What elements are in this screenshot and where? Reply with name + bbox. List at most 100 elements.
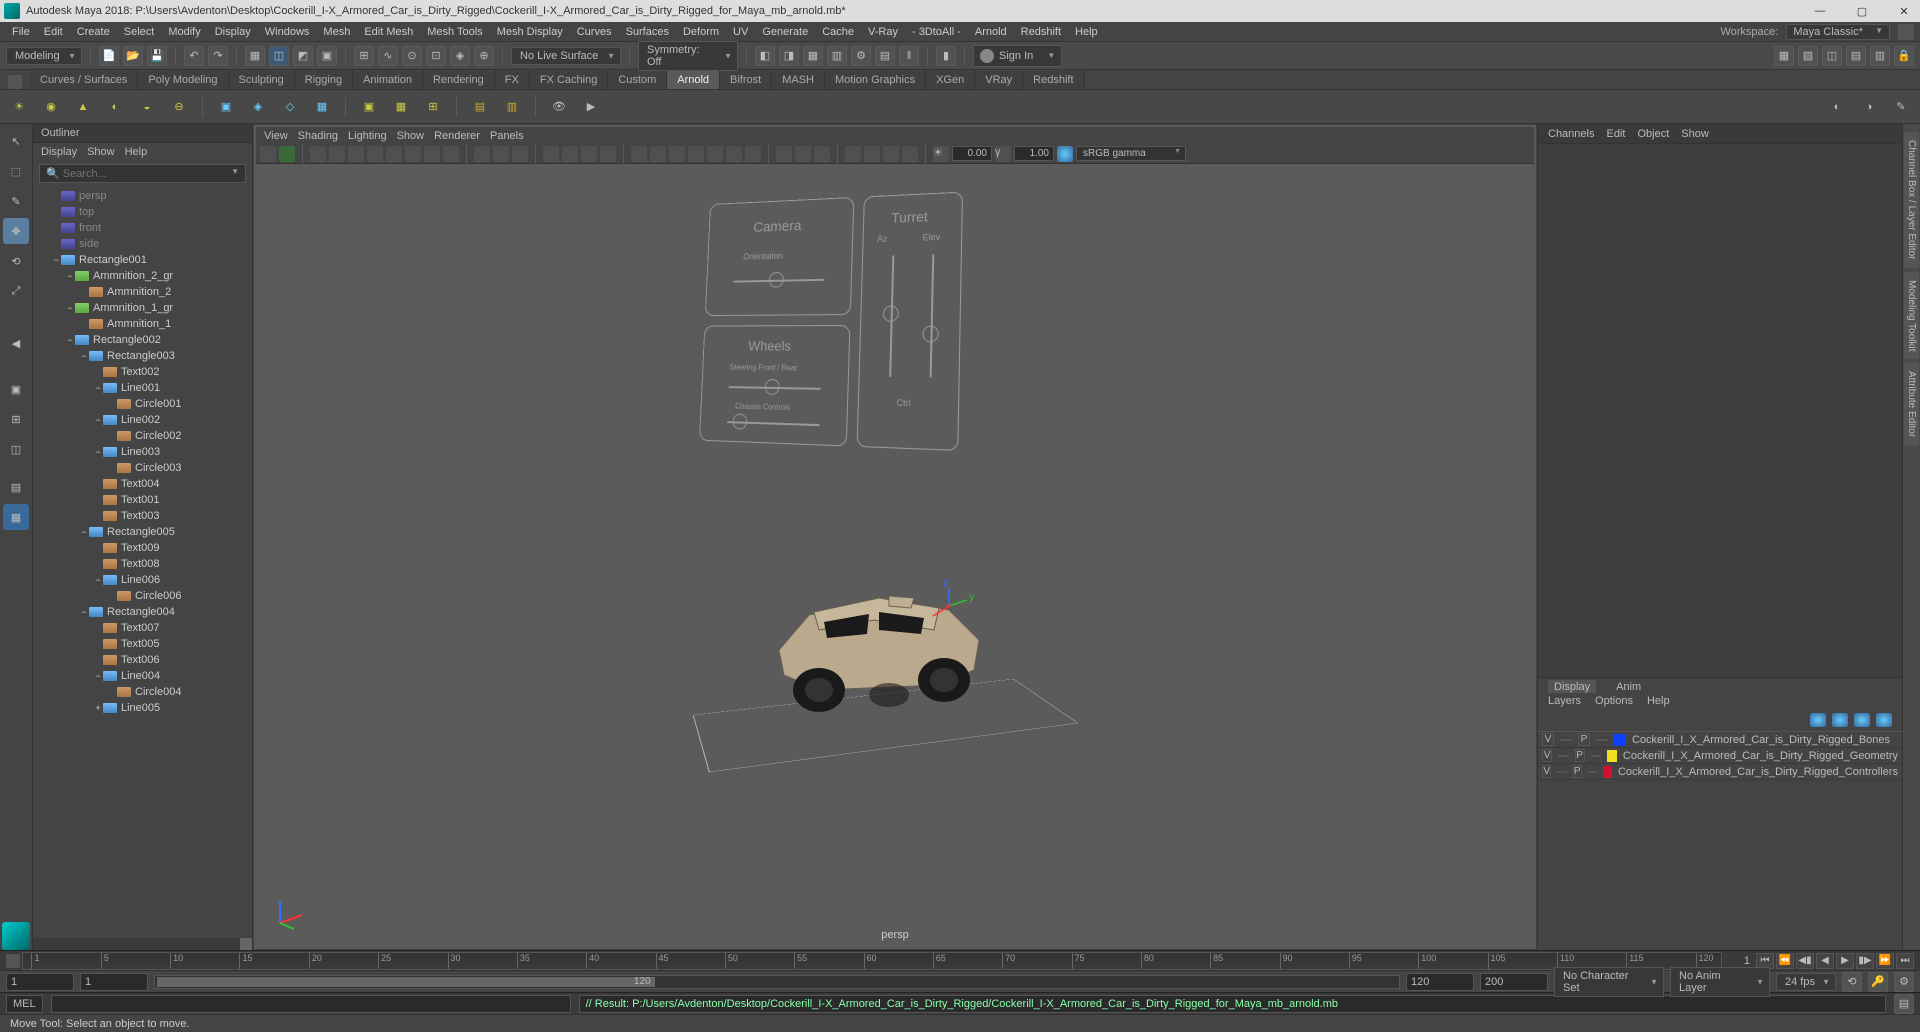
photometric-icon[interactable]: ◒ <box>134 94 160 120</box>
shelf-tab-rendering[interactable]: Rendering <box>423 71 495 89</box>
vp-safe-icon[interactable] <box>562 146 578 162</box>
create-light-icon[interactable]: ☀ <box>6 94 32 120</box>
prefs-button[interactable]: ⚙ <box>1894 972 1914 992</box>
outliner-menu-help[interactable]: Help <box>125 146 148 158</box>
layout-outliner[interactable]: ▦ <box>3 504 29 530</box>
menu-file[interactable]: File <box>6 24 36 40</box>
outliner-node[interactable]: −Rectangle003 <box>33 348 252 364</box>
side-tab-channel-box-layer-editor[interactable]: Channel Box / Layer Editor <box>1904 132 1919 268</box>
outliner-node[interactable]: −Line003 <box>33 444 252 460</box>
vp-btn-6[interactable] <box>367 146 383 162</box>
vp-clip-icon[interactable] <box>864 146 880 162</box>
standin-icon[interactable]: ▦ <box>309 94 335 120</box>
go-end-button[interactable]: ⏭ <box>1896 953 1914 969</box>
outliner-node[interactable]: Circle003 <box>33 460 252 476</box>
shelf-tab-fx[interactable]: FX <box>495 71 530 89</box>
outliner-node[interactable]: −Rectangle001 <box>33 252 252 268</box>
outliner-node[interactable]: Circle001 <box>33 396 252 412</box>
shelf-tab-curves-surfaces[interactable]: Curves / Surfaces <box>30 71 138 89</box>
menu-surfaces[interactable]: Surfaces <box>620 24 675 40</box>
display-layer-row[interactable]: V P Cockerill_I_X_Armored_Car_is_Dirty_R… <box>1538 764 1902 780</box>
skydome-icon[interactable]: ⊖ <box>166 94 192 120</box>
menu-help[interactable]: Help <box>1069 24 1104 40</box>
outliner-node[interactable]: −Rectangle005 <box>33 524 252 540</box>
shelf-tab-redshift[interactable]: Redshift <box>1023 71 1084 89</box>
scale-tool[interactable]: ⤢ <box>3 278 29 304</box>
vp-btn-10[interactable] <box>443 146 459 162</box>
shelf-tab-sculpting[interactable]: Sculpting <box>229 71 295 89</box>
rsettings-icon[interactable]: ⊞ <box>420 94 446 120</box>
play-back-button[interactable]: ◀ <box>1816 953 1834 969</box>
snap-view-button[interactable]: ⊕ <box>474 46 494 66</box>
layer-tab-display[interactable]: Display <box>1548 680 1596 693</box>
vp-shade-icon[interactable] <box>600 146 616 162</box>
range-end-input[interactable] <box>1406 973 1474 991</box>
redo-button[interactable]: ↷ <box>208 46 228 66</box>
hud-toggle-3[interactable]: ◫ <box>1822 46 1842 66</box>
shelf-tab-xgen[interactable]: XGen <box>926 71 975 89</box>
outliner-hscroll[interactable] <box>240 938 252 950</box>
vp-clip3-icon[interactable] <box>902 146 918 162</box>
exposure-input[interactable]: 0.00 <box>952 146 992 161</box>
outliner-node[interactable]: −Rectangle002 <box>33 332 252 348</box>
util-icon-1[interactable]: ▤ <box>467 94 493 120</box>
gamma-input[interactable]: 1.00 <box>1014 146 1054 161</box>
menu-cache[interactable]: Cache <box>816 24 860 40</box>
sidebar-toggle-button[interactable] <box>1898 24 1914 40</box>
outliner-node[interactable]: Ammnition_1 <box>33 316 252 332</box>
menu-mesh-tools[interactable]: Mesh Tools <box>421 24 488 40</box>
vp-menu-show[interactable]: Show <box>397 130 425 142</box>
outliner-node[interactable]: −Line004 <box>33 668 252 684</box>
vp-ao-icon[interactable] <box>726 146 742 162</box>
snap-plane-button[interactable]: ⊡ <box>426 46 446 66</box>
menu-uv[interactable]: UV <box>727 24 754 40</box>
right-icon-1[interactable]: ◐ <box>1824 94 1850 120</box>
hud-toggle-1[interactable]: ▦ <box>1774 46 1794 66</box>
anim-layer-dropdown[interactable]: No Anim Layer <box>1670 967 1770 997</box>
menu-modify[interactable]: Modify <box>162 24 206 40</box>
outliner-node[interactable]: top <box>33 204 252 220</box>
undo-button[interactable]: ↶ <box>184 46 204 66</box>
layer-icon-2[interactable] <box>1832 713 1848 727</box>
plane-icon[interactable]: ◇ <box>277 94 303 120</box>
vp-film-icon[interactable] <box>493 146 509 162</box>
shelf-tab-fx-caching[interactable]: FX Caching <box>530 71 608 89</box>
select-all-button[interactable]: ▣ <box>317 46 337 66</box>
menu-v-ray[interactable]: V-Ray <box>862 24 904 40</box>
vp-gamma-icon[interactable]: γ <box>995 146 1011 162</box>
save-scene-button[interactable]: 💾 <box>147 46 167 66</box>
layout-two[interactable]: ◫ <box>3 436 29 462</box>
vp-wire-icon[interactable] <box>581 146 597 162</box>
view-icon-2[interactable]: ▶ <box>578 94 604 120</box>
outliner-node[interactable]: Text003 <box>33 508 252 524</box>
vp-clip2-icon[interactable] <box>883 146 899 162</box>
render-icon[interactable]: ▣ <box>356 94 382 120</box>
step-fwd-key-button[interactable]: ⏩ <box>1876 953 1894 969</box>
vp-exposure-icon[interactable]: ☀ <box>933 146 949 162</box>
outliner-node[interactable]: Circle002 <box>33 428 252 444</box>
menu-set-dropdown[interactable]: Modeling <box>6 47 82 65</box>
rotate-tool[interactable]: ⟲ <box>3 248 29 274</box>
vp-light-icon[interactable] <box>688 146 704 162</box>
shelf-tab-rigging[interactable]: Rigging <box>295 71 353 89</box>
vp-btn-3[interactable] <box>310 146 326 162</box>
menu-select[interactable]: Select <box>118 24 161 40</box>
vp-menu-view[interactable]: View <box>264 130 288 142</box>
shelf-tab-motion-graphics[interactable]: Motion Graphics <box>825 71 926 89</box>
script-editor-button[interactable]: ▤ <box>1894 994 1914 1014</box>
shelf-tab-bifrost[interactable]: Bifrost <box>720 71 772 89</box>
menu-edit[interactable]: Edit <box>38 24 69 40</box>
menu-redshift[interactable]: Redshift <box>1015 24 1067 40</box>
shelf-menu-icon[interactable] <box>8 75 22 89</box>
outliner-node[interactable]: Text004 <box>33 476 252 492</box>
outliner-search[interactable]: 🔍 Search... <box>39 164 246 183</box>
vp-btn-5[interactable] <box>348 146 364 162</box>
menu-generate[interactable]: Generate <box>756 24 814 40</box>
outliner-node[interactable]: Circle006 <box>33 588 252 604</box>
command-input[interactable] <box>51 995 571 1013</box>
viewport-canvas[interactable]: Camera Orientation Turret Az Elev Ctrl <box>256 164 1534 947</box>
volume-icon[interactable]: ▣ <box>213 94 239 120</box>
outliner-node[interactable]: −Rectangle004 <box>33 604 252 620</box>
open-scene-button[interactable]: 📂 <box>123 46 143 66</box>
step-fwd-button[interactable]: ▮▶ <box>1856 953 1874 969</box>
